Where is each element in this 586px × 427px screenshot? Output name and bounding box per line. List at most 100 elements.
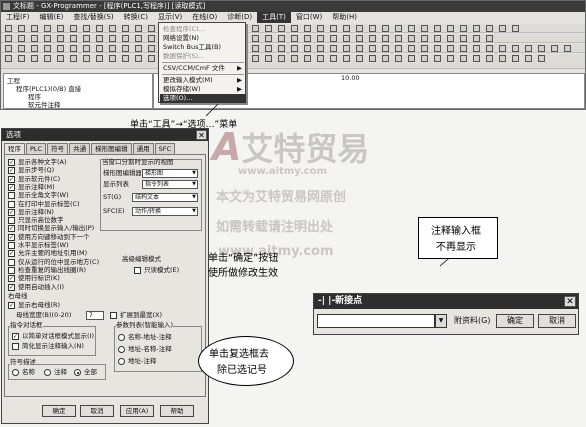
param-radio-2-label: 地址-名称-注释 [128, 345, 172, 353]
option-checkbox[interactable] [8, 242, 15, 249]
param-radio-row-1[interactable]: 名称-地址-注释 [118, 333, 172, 342]
symbol-radio-row-1[interactable]: 名称 [12, 368, 35, 377]
symbol-radio-row-3[interactable]: 全部 [74, 368, 97, 377]
ladder-view-select[interactable]: 梯形图 [142, 169, 198, 178]
dialog-close-icon[interactable]: ✕ [196, 130, 207, 140]
tab-common[interactable]: 共通 [69, 143, 91, 154]
right-bus-checkbox[interactable]: ✓ [8, 302, 15, 309]
param-radio-row-3[interactable]: 地址-注释 [118, 357, 156, 366]
options-dialog: 选项 ✕ 程序 PLC 符号 共通 梯形图编辑 通用 SFC ✓ 显示各种文字(A… [1, 128, 209, 424]
symbol-radio-comment[interactable] [44, 369, 51, 376]
cancel-button[interactable]: 取消 [80, 405, 114, 417]
list-view-select[interactable]: 指令列表 [142, 180, 198, 189]
option-checkbox-row[interactable]: ✓ 使用自动插入(I) [8, 283, 64, 292]
option-checkbox[interactable]: ✓ [8, 233, 15, 241]
contact-ok-button[interactable]: 确定 [496, 314, 534, 328]
symbol-radio-comment-label: 注释 [54, 368, 67, 376]
view-group-title: 当窗口分割时显示的视图 [102, 158, 174, 166]
option-checkbox[interactable] [8, 200, 15, 208]
option-checkbox[interactable]: ✓ [8, 275, 15, 283]
bus-width-label: 母线宽度(B)(0-20) [16, 311, 72, 319]
simple-dialog-checkbox-row[interactable]: ✓ 以简单对话框模式显示(I) [12, 332, 94, 341]
comment-input-label: 简化显示注释输入(N) [22, 342, 84, 350]
option-checkbox[interactable] [8, 192, 15, 200]
readonly-checkbox-row[interactable]: 只读模式(E) [134, 266, 179, 275]
dropdown-arrow-icon[interactable]: ▼ [435, 314, 447, 328]
option-checkbox[interactable] [8, 266, 15, 274]
field-label-st: ST(G) [103, 193, 122, 201]
parameter-group-title: 参数列表(智能输入) [116, 321, 174, 330]
comment-input-checkbox-row[interactable]: 简化显示注释输入(N) [12, 342, 84, 351]
symbol-radio-all-label: 全部 [84, 368, 97, 376]
dialog-title-bar: 选项 [2, 129, 208, 141]
param-radio-3[interactable] [118, 358, 125, 365]
param-radio-1[interactable] [118, 334, 125, 341]
tab-general[interactable]: 通用 [132, 143, 154, 154]
right-bus-checkbox-row[interactable]: ✓ 显示右母线(R) [8, 301, 60, 310]
option-checkbox-label: 使用自动插入(I) [18, 282, 64, 291]
readonly-checkbox-label: 只读模式(E) [144, 266, 180, 274]
comment-callout-line-1: 注释输入框 [431, 226, 481, 237]
checkbox-callout-line-1: 单击复选框去 [209, 349, 269, 360]
symbol-radio-all[interactable] [74, 369, 81, 376]
tab-sfc[interactable]: SFC [154, 143, 175, 154]
comment-input-checkbox[interactable] [12, 343, 19, 350]
simple-dialog-checkbox[interactable]: ✓ [12, 333, 19, 340]
field-label-ladder: 梯形图编辑器 [103, 169, 141, 177]
contact-cancel-button[interactable]: 取消 [538, 314, 576, 328]
option-checkbox[interactable]: ✓ [8, 167, 15, 175]
readonly-checkbox[interactable] [134, 267, 141, 274]
ok-note-line-1: 单击“确定”按钮 [208, 253, 279, 264]
option-checkbox[interactable]: ✓ [8, 250, 15, 258]
checkbox-callout-line-2: 除已选记号 [217, 365, 267, 376]
option-checkbox[interactable] [8, 258, 15, 266]
ok-button[interactable]: 确定 [42, 405, 76, 417]
st-view-select[interactable]: 结构文本 [132, 193, 198, 202]
new-contact-window: -| |-新接点 ✕ ▼ 附资料(G) 确定 取消 [313, 293, 579, 335]
instruction-input[interactable] [317, 314, 435, 328]
param-radio-2[interactable] [118, 346, 125, 353]
comment-callout-line-2: 不再显示 [436, 242, 476, 253]
bus-extend-checkbox[interactable] [110, 312, 117, 319]
sfc-view-select[interactable]: 动作/转换 [132, 207, 198, 216]
option-checkbox[interactable]: ✓ [8, 183, 15, 191]
instruction-group-title: 指令对话框 [10, 321, 43, 330]
ok-note-line-2: 使所做修改生效 [208, 268, 278, 279]
contact-title: -| |-新接点 [318, 296, 363, 306]
dialog-tabs: 程序 PLC 符号 共通 梯形图编辑 通用 SFC [4, 143, 206, 154]
option-checkbox[interactable] [8, 217, 15, 225]
field-label-sfc: SFC(E) [103, 207, 125, 215]
tab-program[interactable]: 程序 [4, 143, 25, 154]
advanced-edit-label: 高级编辑模式 [122, 255, 161, 263]
tab-plc[interactable]: PLC [26, 143, 47, 154]
right-bus-section-title: 右母线 [8, 292, 28, 300]
pointer-line-menu [205, 103, 219, 117]
right-bus-checkbox-label: 显示右母线(R) [18, 301, 61, 309]
option-checkbox[interactable]: ✓ [8, 208, 15, 216]
symbol-radio-row-2[interactable]: 注释 [44, 368, 67, 377]
bus-extend-label: 扩展到最宽(X) [120, 311, 163, 319]
option-checkbox[interactable]: ✓ [8, 225, 15, 233]
simple-dialog-label: 以简单对话框模式显示(I) [22, 332, 94, 340]
tab-ladder-edit[interactable]: 梯形图编辑 [91, 143, 132, 154]
param-radio-1-label: 名称-地址-注释 [128, 333, 172, 341]
help-button[interactable]: 帮助 [160, 405, 194, 417]
bus-width-input[interactable]: 7 [86, 311, 104, 320]
bus-extend-checkbox-row[interactable]: 扩展到最宽(X) [110, 311, 162, 320]
option-checkbox[interactable]: ✓ [8, 283, 15, 291]
symbol-radio-name-label: 名称 [22, 368, 35, 376]
instruction-dialog-group [8, 326, 96, 356]
symbol-group-title: 符号描述 [10, 358, 36, 367]
option-checkbox[interactable]: ✓ [8, 159, 15, 166]
field-label-list: 显示列表 [103, 180, 129, 188]
contact-close-icon[interactable]: ✕ [564, 296, 576, 307]
tab-symbol[interactable]: 符号 [47, 143, 69, 154]
option-checkbox[interactable]: ✓ [8, 175, 15, 183]
symbol-radio-name[interactable] [12, 369, 19, 376]
contact-title-bar: -| |-新接点 [314, 294, 578, 309]
info-button[interactable]: 附资料(G) [454, 314, 494, 328]
dialog-title: 选项 [6, 130, 21, 139]
apply-button[interactable]: 应用(A) [120, 405, 154, 417]
param-radio-3-label: 地址-注释 [128, 357, 157, 365]
param-radio-row-2[interactable]: 地址-名称-注释 [118, 345, 172, 354]
